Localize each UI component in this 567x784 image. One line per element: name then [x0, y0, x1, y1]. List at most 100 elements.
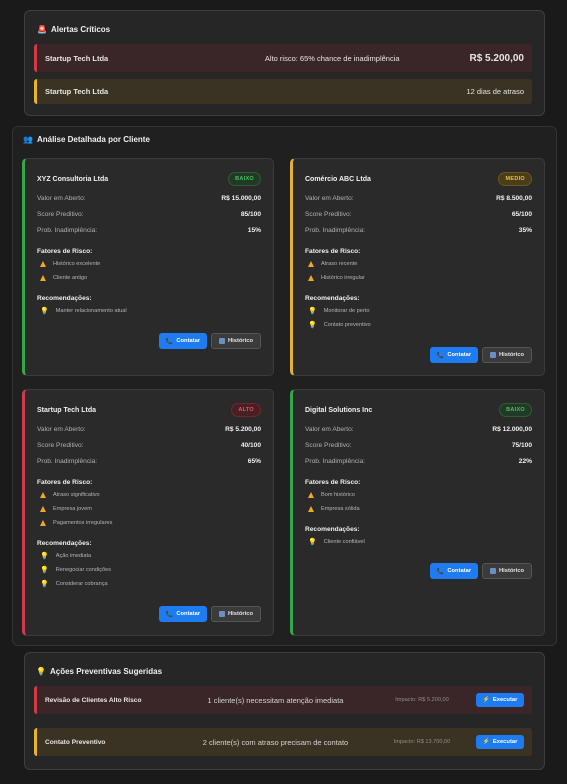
recommendation: 💡 Ação imediata	[37, 549, 261, 563]
prob-value: 65%	[247, 457, 261, 465]
client-card-xyz: XYZ Consultoria Ltda BAIXO Valor em Aber…	[22, 158, 274, 376]
history-button[interactable]: Histórico	[211, 333, 261, 349]
alert-days-late: 12 dias de atraso	[466, 87, 524, 96]
prob-value: 22%	[518, 457, 532, 465]
open-value-row: Valor em Aberto: R$ 5.200,00	[37, 421, 261, 437]
open-value: R$ 15.000,00	[221, 194, 261, 202]
prob-label: Prob. Inadimplência:	[305, 226, 366, 234]
risk-factor-text: Cliente antigo	[53, 275, 88, 281]
warning-icon	[40, 261, 46, 267]
risk-factor: Bom histórico	[305, 488, 532, 502]
recommendation-text: Ação imediata	[55, 553, 92, 559]
warning-icon	[308, 261, 314, 267]
recommendation-text: Renegociar condições	[55, 567, 112, 573]
lightbulb-icon: 💡	[308, 321, 317, 329]
contact-button[interactable]: 📞 Contatar	[430, 347, 478, 363]
action-preventive-contact: Contato Preventivo 2 cliente(s) com atra…	[34, 728, 532, 756]
prob-label: Prob. Inadimplência:	[305, 457, 366, 465]
risk-factor-text: Empresa sólida	[321, 506, 360, 512]
recommendation: 💡 Contato preventivo	[305, 318, 532, 332]
warning-icon	[308, 492, 314, 498]
risk-factor: Atraso recente	[305, 257, 532, 271]
phone-icon: 📞	[436, 352, 445, 359]
client-card-digital: Digital Solutions Inc BAIXO Valor em Abe…	[290, 389, 545, 636]
risk-factor-text: Histórico irregular	[321, 275, 365, 281]
contact-button[interactable]: 📞 Contatar	[430, 563, 478, 579]
phone-icon: 📞	[165, 338, 174, 345]
score-label: Score Preditivo:	[305, 441, 352, 449]
risk-factor-text: Atraso significativo	[53, 492, 100, 498]
warning-icon	[308, 506, 314, 512]
prob-row: Prob. Inadimplência: 65%	[37, 453, 261, 469]
recommendation: 💡 Cliente confiável	[305, 535, 532, 549]
open-value-row: Valor em Aberto: R$ 12.000,00	[305, 421, 532, 437]
score-label: Score Preditivo:	[37, 210, 84, 218]
risk-factor: Atraso significativo	[37, 488, 261, 502]
execute-button-label: Executar	[492, 739, 518, 745]
recommendations-heading: Recomendações:	[37, 294, 92, 302]
open-value-label: Valor em Aberto:	[37, 425, 86, 433]
client-name: Startup Tech Ltda	[37, 406, 96, 414]
risk-factor: Cliente antigo	[37, 271, 261, 285]
contact-button[interactable]: 📞 Contatar	[159, 333, 207, 349]
risk-factor-text: Empresa jovem	[53, 506, 92, 512]
risk-factor-text: Histórico excelente	[53, 261, 101, 267]
prob-label: Prob. Inadimplência:	[37, 226, 98, 234]
score-value: 40/100	[240, 441, 261, 449]
lightbulb-icon: 💡	[40, 307, 49, 315]
chart-icon	[489, 568, 496, 574]
execute-button[interactable]: ⚡ Executar	[476, 693, 524, 707]
recommendation-text: Contato preventivo	[323, 322, 371, 328]
lightbulb-icon: 💡	[308, 538, 317, 546]
recommendation-text: Cliente confiável	[323, 539, 365, 545]
history-button[interactable]: Histórico	[211, 606, 261, 622]
client-name: Comércio ABC Ltda	[305, 175, 371, 183]
history-button-label: Histórico	[498, 568, 525, 574]
client-name: XYZ Consultoria Ltda	[37, 175, 109, 183]
risk-badge: ALTO	[231, 403, 261, 417]
action-description: 1 cliente(s) necessitam atenção imediata	[207, 695, 344, 705]
preventive-actions-title: 💡 Ações Preventivas Sugeridas	[36, 667, 162, 676]
score-label: Score Preditivo:	[305, 210, 352, 218]
prob-value: 35%	[518, 226, 532, 234]
risk-factors-heading: Fatores de Risco:	[37, 478, 93, 486]
client-name: Digital Solutions Inc	[305, 406, 373, 414]
recommendations-heading: Recomendações:	[305, 294, 360, 302]
critical-alerts-title-text: Alertas Críticos	[50, 25, 111, 34]
warning-icon	[40, 275, 46, 281]
prob-label: Prob. Inadimplência:	[37, 457, 98, 465]
risk-factor-text: Pagamentos irregulares	[53, 520, 113, 526]
risk-factors-heading: Fatores de Risco:	[305, 247, 361, 255]
action-title: Revisão de Clientes Alto Risco	[45, 696, 142, 704]
action-title: Contato Preventivo	[45, 738, 106, 746]
lightbulb-icon: 💡	[308, 307, 317, 315]
open-value: R$ 5.200,00	[225, 425, 261, 433]
history-button[interactable]: Histórico	[482, 563, 532, 579]
open-value: R$ 8.500,00	[496, 194, 532, 202]
client-card-abc: Comércio ABC Ltda MEDIO Valor em Aberto:…	[290, 158, 545, 376]
contact-button-label: Contatar	[447, 352, 472, 358]
chart-icon	[218, 611, 225, 617]
score-row: Score Preditivo: 40/100	[37, 437, 261, 453]
action-description: 2 cliente(s) com atraso precisam de cont…	[202, 737, 349, 747]
risk-badge: BAIXO	[499, 403, 532, 417]
open-value-row: Valor em Aberto: R$ 15.000,00	[37, 190, 261, 206]
lightbulb-icon: 💡	[40, 552, 49, 560]
execute-button[interactable]: ⚡ Executar	[476, 735, 524, 749]
score-row: Score Preditivo: 75/100	[305, 437, 532, 453]
contact-button-label: Contatar	[176, 338, 201, 344]
alert-late-payment: Startup Tech Ltda 12 dias de atraso	[34, 79, 532, 104]
history-button[interactable]: Histórico	[482, 347, 532, 363]
alert-message: Alto risco: 65% chance de inadimplência	[264, 53, 400, 63]
risk-badge: BAIXO	[228, 172, 261, 186]
open-value-label: Valor em Aberto:	[305, 425, 354, 433]
risk-factors-heading: Fatores de Risco:	[305, 478, 361, 486]
history-button-label: Histórico	[227, 338, 254, 344]
history-button-label: Histórico	[498, 352, 525, 358]
risk-badge: MEDIO	[498, 172, 532, 186]
contact-button-label: Contatar	[447, 568, 472, 574]
recommendations-heading: Recomendações:	[37, 539, 92, 547]
analysis-title: 👥 Análise Detalhada por Cliente	[23, 135, 150, 144]
contact-button[interactable]: 📞 Contatar	[159, 606, 207, 622]
open-value-label: Valor em Aberto:	[37, 194, 86, 202]
